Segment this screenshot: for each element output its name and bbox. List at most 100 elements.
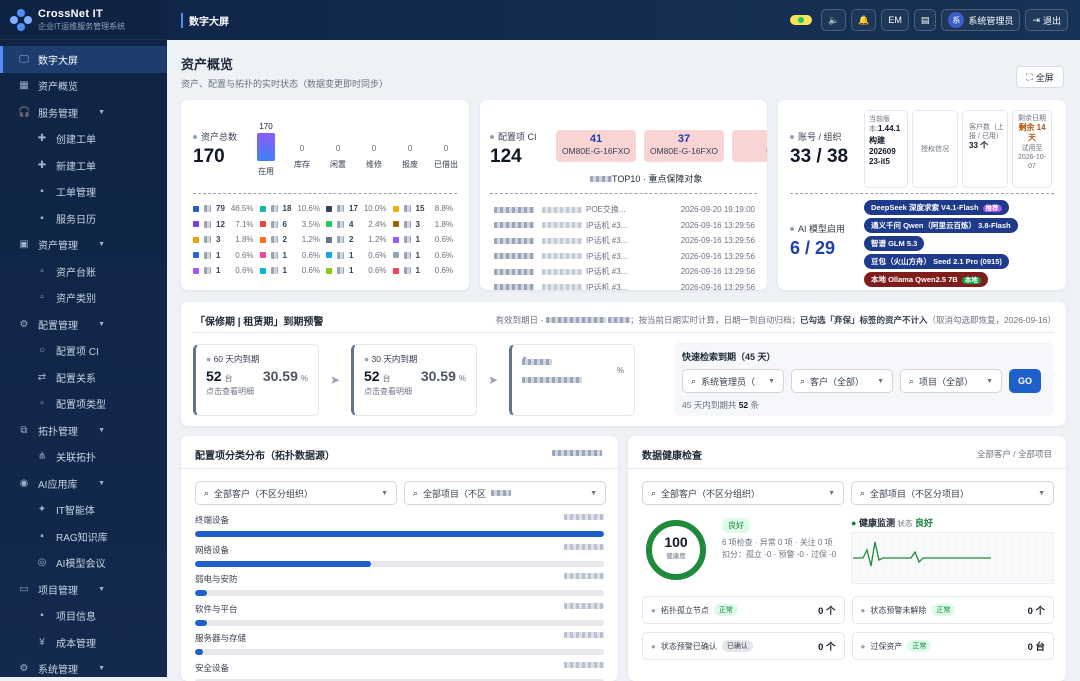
ci-row[interactable]: IP话机 #3...2026-09-16 13:29:56 bbox=[494, 249, 755, 265]
quick-user-select[interactable]: ⌕系统管理员（▼ bbox=[682, 369, 784, 393]
health-client-select[interactable]: ⌕全部客户（不区分组织）▼ bbox=[642, 481, 844, 505]
asset-category[interactable]: 10.6% bbox=[393, 235, 460, 244]
quick-project-select[interactable]: ⌕项目（全部）▼ bbox=[900, 369, 1002, 393]
sidebar-item-17[interactable]: ✦IT智能体 bbox=[0, 497, 167, 524]
asset-category[interactable]: 10.6% bbox=[260, 251, 327, 260]
asset-category[interactable]: 31.8% bbox=[393, 220, 460, 229]
asset-category[interactable]: 10.6% bbox=[326, 251, 393, 260]
dist-item[interactable]: 网络设备 bbox=[195, 544, 604, 574]
sidebar-item-16[interactable]: ◉AI应用库▼ bbox=[0, 470, 167, 497]
go-button[interactable]: GO bbox=[1009, 369, 1041, 393]
asset-category-pct: 0.6% bbox=[235, 266, 253, 275]
dist-client-select[interactable]: ⌕全部客户（不区分组织）▼ bbox=[195, 481, 397, 505]
sidebar-item-12[interactable]: ⇄配置关系 bbox=[0, 364, 167, 391]
asset-category[interactable]: 10.6% bbox=[393, 266, 460, 275]
asset-state[interactable]: 0闲置 bbox=[323, 122, 353, 177]
expiry-card-0[interactable]: ● 60 天内到期52台30.59%点击查看明细 bbox=[193, 344, 319, 416]
sidebar-item-20[interactable]: ▭项目管理▼ bbox=[0, 576, 167, 603]
sidebar-item-2[interactable]: 🎧服务管理▼ bbox=[0, 99, 167, 126]
asset-category[interactable]: 10.6% bbox=[260, 266, 327, 275]
asset-state[interactable]: 170在用 bbox=[251, 122, 281, 177]
asset-state[interactable]: 0库存 bbox=[287, 122, 317, 177]
dist-item[interactable]: 弱电与安防 bbox=[195, 573, 604, 603]
asset-category[interactable]: 21.2% bbox=[260, 235, 327, 244]
expiry-card-1[interactable]: ● 30 天内到期52台30.59%点击查看明细 bbox=[351, 344, 477, 416]
sidebar-item-11[interactable]: ○配置项 CI bbox=[0, 338, 167, 365]
health-project-value: 全部项目（不区分项目） bbox=[870, 487, 969, 500]
sidebar-item-13[interactable]: ▫配置项类型 bbox=[0, 391, 167, 418]
sidebar-item-5[interactable]: ▪工单管理 bbox=[0, 179, 167, 206]
theme-toggle[interactable] bbox=[790, 15, 812, 25]
sidebar-item-3[interactable]: ✚创建工单 bbox=[0, 126, 167, 153]
asset-category[interactable]: 10.6% bbox=[193, 266, 260, 275]
asset-category[interactable]: 10.6% bbox=[393, 251, 460, 260]
sidebar-item-8[interactable]: ▫资产台账 bbox=[0, 258, 167, 285]
sidebar-item-22[interactable]: ¥成本管理 bbox=[0, 629, 167, 656]
dist-item[interactable]: 服务器与存储 bbox=[195, 632, 604, 662]
asset-category[interactable]: 31.8% bbox=[193, 235, 260, 244]
dist-item[interactable]: 软件与平台 bbox=[195, 603, 604, 633]
ci-row[interactable]: IP话机 #3...2026-09-16 13:29:56 bbox=[494, 280, 755, 291]
ci-top-item[interactable]: 41OM80E-G-16FXO bbox=[556, 130, 636, 162]
doc-button[interactable]: ▤ bbox=[914, 9, 937, 31]
license-box[interactable]: 授权信况 bbox=[912, 110, 958, 188]
asset-category-count: 4 bbox=[349, 220, 353, 229]
ci-row[interactable]: IP话机 #3...2026-09-16 13:29:56 bbox=[494, 233, 755, 249]
ci-top-item[interactable]: US bbox=[732, 130, 767, 162]
asset-category[interactable]: 42.4% bbox=[326, 220, 393, 229]
notification-button[interactable]: 🔔 bbox=[851, 9, 876, 31]
sidebar-item-15[interactable]: ⋔关联拓扑 bbox=[0, 444, 167, 471]
ci-top-item[interactable]: 37OM80E-G-16FXO bbox=[644, 130, 724, 162]
sidebar-item-19[interactable]: ◎AI模型会议 bbox=[0, 550, 167, 577]
asset-category[interactable]: 1710.0% bbox=[326, 204, 393, 213]
sidebar-item-21[interactable]: ▪项目信息 bbox=[0, 603, 167, 630]
ci-row[interactable]: POE交换...2026-09-20 19:19:00 bbox=[494, 202, 755, 218]
asset-category[interactable]: 7946.5% bbox=[193, 204, 260, 213]
expiry-card-2[interactable]: ● % bbox=[509, 344, 635, 416]
health-check-item[interactable]: ●拓扑孤立节点正常0 个 bbox=[642, 596, 845, 624]
sidebar-item-6[interactable]: ▪服务日历 bbox=[0, 205, 167, 232]
asset-category[interactable]: 158.8% bbox=[393, 204, 460, 213]
volume-button[interactable]: 🔈 bbox=[821, 9, 846, 31]
asset-state[interactable]: 0已借出 bbox=[431, 122, 461, 177]
asset-category[interactable]: 127.1% bbox=[193, 220, 260, 229]
ci-row[interactable]: IP话机 #3...2026-09-16 13:29:56 bbox=[494, 218, 755, 234]
sidebar-item-10[interactable]: ⚙配置管理▼ bbox=[0, 311, 167, 338]
dist-item[interactable]: 安全设备 bbox=[195, 662, 604, 681]
asset-category[interactable]: 10.6% bbox=[326, 266, 393, 275]
ai-model-pill[interactable]: 智谱 GLM 5.3 bbox=[864, 236, 924, 251]
sidebar-item-0[interactable]: 🖵数字大屏 bbox=[0, 46, 167, 73]
asset-category[interactable]: 1810.6% bbox=[260, 204, 327, 213]
brand[interactable]: CrossNet IT 企业IT运维服务管理系统 bbox=[0, 0, 167, 40]
ai-model-pill[interactable]: 通义千问 Qwen（阿里云百炼） 3.8-Flash bbox=[864, 218, 1018, 233]
asset-category[interactable]: 63.5% bbox=[260, 220, 327, 229]
asset-state[interactable]: 0维修 bbox=[359, 122, 389, 177]
sidebar-item-18[interactable]: ▪RAG知识库 bbox=[0, 523, 167, 550]
dist-item[interactable]: 终端设备 bbox=[195, 514, 604, 544]
health-check-item[interactable]: ●状态预警未解除正常0 个 bbox=[852, 596, 1055, 624]
asset-category[interactable]: 21.2% bbox=[326, 235, 393, 244]
health-check-item[interactable]: ●过保资产正常0 台 bbox=[852, 632, 1055, 660]
user-menu[interactable]: 系系统管理员 bbox=[941, 9, 1020, 31]
sidebar-item-9[interactable]: ▫资产类别 bbox=[0, 285, 167, 312]
sidebar-item-1[interactable]: ▦资产概览 bbox=[0, 73, 167, 100]
sidebar-item-23[interactable]: ⚙系统管理▼ bbox=[0, 656, 167, 678]
ai-model-pill[interactable]: DeepSeek 深度求索 V4.1-Flash推荐 bbox=[864, 200, 1009, 215]
sidebar-item-label: RAG知识库 bbox=[56, 529, 108, 544]
em-button[interactable]: EM bbox=[881, 9, 909, 31]
sidebar-item-14[interactable]: ⧉拓扑管理▼ bbox=[0, 417, 167, 444]
ai-model-pill[interactable]: 本地 Ollama Qwen2.5 7B本地 bbox=[864, 272, 988, 287]
logout-button[interactable]: ⇥退出 bbox=[1025, 9, 1068, 31]
sidebar-item-7[interactable]: ▣资产管理▼ bbox=[0, 232, 167, 259]
ci-row[interactable]: IP话机 #3...2026-09-16 13:29:56 bbox=[494, 264, 755, 280]
health-check-item[interactable]: ●状态预警已确认已确认0 个 bbox=[642, 632, 845, 660]
sidebar-item-4[interactable]: ✚新建工单 bbox=[0, 152, 167, 179]
fullscreen-button[interactable]: ⛶全屏 bbox=[1016, 66, 1064, 88]
asset-category[interactable]: 10.6% bbox=[193, 251, 260, 260]
health-project-select[interactable]: ⌕全部项目（不区分项目）▼ bbox=[851, 481, 1054, 505]
dist-project-select[interactable]: ⌕全部项目（不区▼ bbox=[404, 481, 606, 505]
asset-state[interactable]: 0报废 bbox=[395, 122, 425, 177]
sidebar-item-label: 数字大屏 bbox=[38, 52, 78, 67]
quick-client-select[interactable]: ⌕客户（全部）▼ bbox=[791, 369, 893, 393]
ai-model-pill[interactable]: 豆包（火山方舟） Seed 2.1 Pro (0915) bbox=[864, 254, 1009, 269]
